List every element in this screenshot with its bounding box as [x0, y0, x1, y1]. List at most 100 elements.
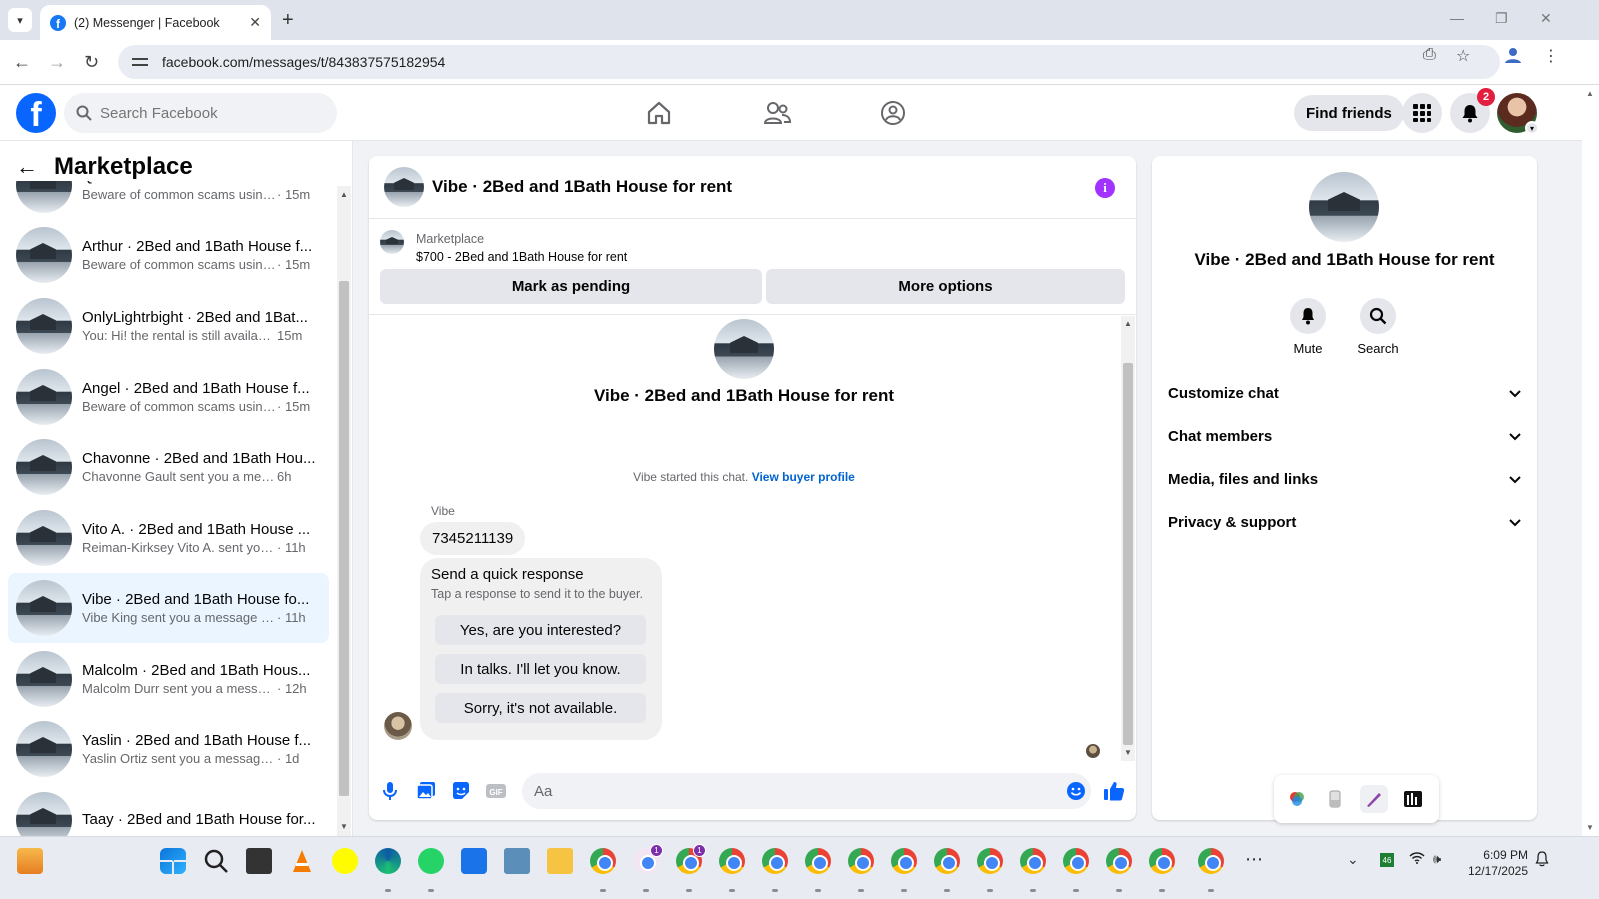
facebook-logo-icon[interactable]: f: [16, 93, 56, 133]
start-windows-icon[interactable]: [160, 848, 186, 874]
store-icon[interactable]: [461, 848, 487, 874]
snapchat-icon[interactable]: [332, 848, 358, 874]
listing-info[interactable]: Marketplace $700 - 2Bed and 1Bath House …: [380, 230, 627, 266]
conversation-item[interactable]: Yaslin · 2Bed and 1Bath House f... Yaslin…: [8, 714, 329, 784]
tray-chevron-icon[interactable]: ⌄: [1347, 851, 1359, 868]
microphone-icon[interactable]: [379, 780, 401, 802]
conversation-item[interactable]: Quashawn · 2Bed and 1Bath Ho... Beware of…: [8, 181, 329, 220]
chat-info-avatar[interactable]: [1309, 172, 1379, 242]
quick-response-button[interactable]: Yes, are you interested?: [435, 615, 646, 645]
new-tab-button[interactable]: +: [282, 8, 294, 32]
chrome-icon[interactable]: 1: [676, 844, 706, 874]
conversation-item[interactable]: Arthur · 2Bed and 1Bath House f... Beware…: [8, 220, 329, 290]
more-options-button[interactable]: More options: [766, 269, 1125, 304]
emoji-icon[interactable]: [1065, 780, 1087, 802]
back-icon[interactable]: ←: [13, 52, 31, 72]
account-avatar[interactable]: ▾: [1497, 93, 1539, 135]
conversation-item[interactable]: OnlyLightrbight · 2Bed and 1Bat... You: H…: [8, 291, 329, 361]
facebook-search[interactable]: [64, 93, 337, 133]
reload-icon[interactable]: ↻: [84, 52, 99, 72]
profile-icon[interactable]: [1504, 46, 1522, 69]
widgets-icon[interactable]: [17, 848, 43, 874]
home-icon[interactable]: [645, 99, 673, 127]
pen-icon[interactable]: [1360, 785, 1388, 813]
sidebar-scrollbar[interactable]: ▲ ▼: [337, 186, 351, 836]
quick-response-button[interactable]: Sorry, it's not available.: [435, 693, 646, 723]
restore-icon[interactable]: ❐: [1495, 10, 1508, 27]
scroll-up-icon[interactable]: ▲: [340, 190, 348, 199]
chrome-icon[interactable]: [590, 848, 616, 874]
more-apps-icon[interactable]: ⋯: [1245, 849, 1263, 870]
bookmark-star-icon[interactable]: ☆: [1456, 46, 1470, 66]
sticker-icon[interactable]: [450, 780, 472, 802]
chrome-icon[interactable]: [891, 848, 917, 874]
chrome-icon[interactable]: [1198, 848, 1224, 874]
edge-icon[interactable]: [375, 848, 401, 874]
notification-bell-icon[interactable]: [1535, 851, 1549, 870]
install-app-icon[interactable]: ⎙: [1423, 46, 1436, 64]
taskbar-search-icon[interactable]: [203, 848, 229, 874]
scroll-down-icon[interactable]: ▼: [1124, 748, 1132, 757]
chrome-icon[interactable]: [848, 848, 874, 874]
chrome-icon[interactable]: [977, 848, 1003, 874]
quick-response-button[interactable]: In talks. I'll let you know.: [435, 654, 646, 684]
privacy-support-row[interactable]: Privacy & support: [1168, 507, 1521, 537]
browser-tab[interactable]: f (2) Messenger | Facebook ✕: [40, 5, 271, 40]
chrome-icon[interactable]: [1149, 848, 1175, 874]
clock[interactable]: 6:09 PM 12/17/2025: [1466, 847, 1528, 879]
menu-grid-icon[interactable]: [1402, 93, 1442, 133]
scroll-down-icon[interactable]: ▼: [340, 822, 348, 831]
whatsapp-icon[interactable]: [418, 848, 444, 874]
scroll-up-icon[interactable]: ▲: [1586, 89, 1594, 98]
message-bubble[interactable]: 7345211139: [420, 522, 526, 555]
page-scrollbar[interactable]: ▲ ▼: [1582, 85, 1599, 836]
sender-avatar[interactable]: [384, 712, 412, 740]
task-view-icon[interactable]: [246, 848, 272, 874]
forward-icon[interactable]: →: [48, 52, 66, 72]
close-window-icon[interactable]: ✕: [1540, 10, 1552, 27]
chrome-icon[interactable]: [762, 848, 788, 874]
chrome-profile-icon[interactable]: 1: [633, 844, 663, 874]
conversation-item[interactable]: Vito A. · 2Bed and 1Bath House ... Reiman…: [8, 503, 329, 573]
chrome-icon[interactable]: [1106, 848, 1132, 874]
scroll-down-icon[interactable]: ▼: [1586, 823, 1594, 832]
chat-members-row[interactable]: Chat members: [1168, 421, 1521, 451]
browser-menu-icon[interactable]: ⋮: [1543, 46, 1559, 66]
app-window-icon[interactable]: [504, 848, 530, 874]
view-buyer-profile-link[interactable]: View buyer profile: [752, 470, 855, 484]
back-arrow-icon[interactable]: ←: [16, 154, 38, 180]
search-action[interactable]: Search: [1348, 298, 1408, 356]
facebook-search-input[interactable]: [100, 104, 320, 122]
vlc-icon[interactable]: [289, 848, 315, 874]
audio-levels-icon[interactable]: [1399, 785, 1427, 813]
find-friends-button[interactable]: Find friends: [1294, 95, 1404, 131]
chat-title[interactable]: Vibe · 2Bed and 1Bath House for rent: [432, 177, 732, 197]
chat-scrollbar[interactable]: ▲ ▼: [1121, 316, 1135, 761]
friends-icon[interactable]: [763, 99, 791, 127]
file-explorer-icon[interactable]: [547, 848, 573, 874]
chrome-icon[interactable]: [719, 848, 745, 874]
conversation-item[interactable]: Angel · 2Bed and 1Bath House f... Beware …: [8, 362, 329, 432]
mute-action[interactable]: Mute: [1278, 298, 1338, 356]
customize-chat-row[interactable]: Customize chat: [1168, 378, 1521, 408]
eraser-icon[interactable]: [1321, 785, 1349, 813]
gif-icon[interactable]: GIF: [485, 780, 507, 802]
thumbs-up-icon[interactable]: [1103, 780, 1125, 802]
tray-app-icon[interactable]: 46: [1380, 853, 1394, 867]
address-bar[interactable]: facebook.com/messages/t/843837575182954: [118, 45, 1500, 79]
conversation-item[interactable]: Chavonne · 2Bed and 1Bath Hou... Chavonne…: [8, 432, 329, 502]
scrollbar-thumb[interactable]: [1123, 363, 1133, 745]
mark-as-pending-button[interactable]: Mark as pending: [380, 269, 762, 304]
conversation-item[interactable]: Malcolm · 2Bed and 1Bath Hous... Malcolm …: [8, 644, 329, 714]
message-input[interactable]: [522, 773, 1091, 809]
volume-icon[interactable]: 🕪: [1433, 851, 1441, 867]
close-tab-icon[interactable]: ✕: [249, 14, 261, 31]
conversation-item[interactable]: Vibe · 2Bed and 1Bath House fo... Vibe Ki…: [8, 573, 329, 643]
chrome-icon[interactable]: [934, 848, 960, 874]
wifi-icon[interactable]: [1409, 851, 1425, 867]
photo-icon[interactable]: [415, 780, 437, 802]
media-files-links-row[interactable]: Media, files and links: [1168, 464, 1521, 494]
scroll-up-icon[interactable]: ▲: [1124, 319, 1132, 328]
groups-icon[interactable]: [879, 99, 907, 127]
chat-avatar[interactable]: [384, 167, 424, 207]
